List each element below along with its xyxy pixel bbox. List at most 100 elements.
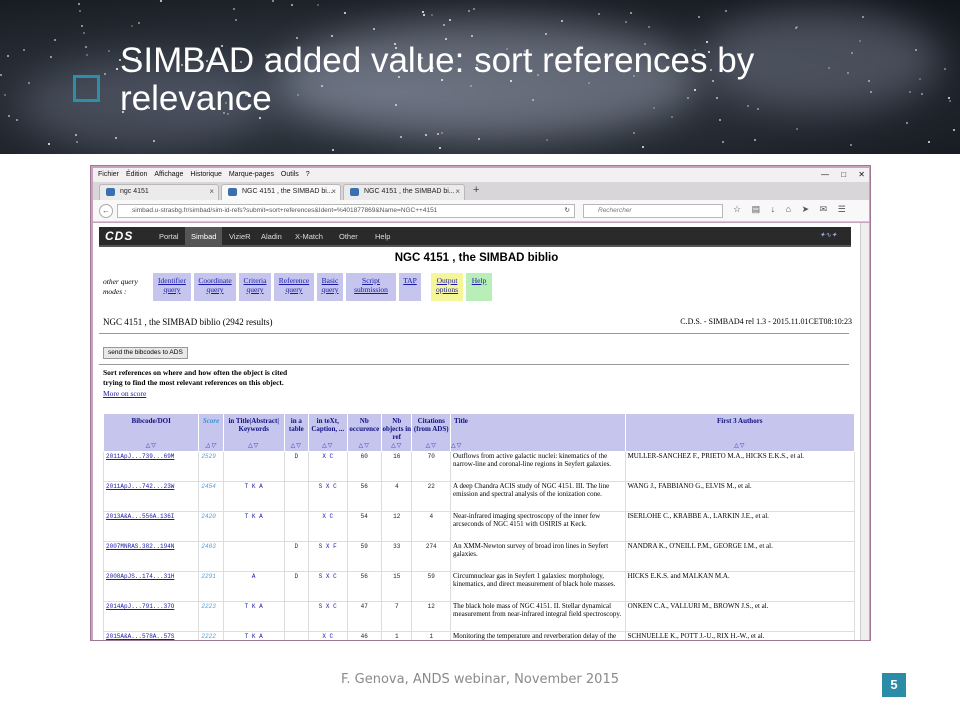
star-dot <box>235 18 238 21</box>
page-scrollbar[interactable] <box>860 223 869 640</box>
star-dot <box>81 24 84 27</box>
nav-other[interactable]: Other <box>333 227 364 247</box>
menu-outils[interactable]: Outils <box>281 168 299 182</box>
col-in-table[interactable]: in a table △▽ <box>283 413 309 452</box>
in-title-flags: T K A <box>222 481 285 512</box>
result-heading: NGC 4151 , the SIMBAD biblio (2942 resul… <box>103 317 273 327</box>
bibcode-link[interactable]: 2011ApJ...742...23W <box>102 481 200 512</box>
col-nb-objects[interactable]: Nb objects in ref △▽ <box>381 413 413 452</box>
menu-help[interactable]: ? <box>306 168 310 182</box>
hamburger-menu-icon[interactable]: ☰ <box>838 204 846 214</box>
col-in-text[interactable]: in teXt, Caption, ... △▽ <box>307 413 348 452</box>
table-row: 2015A&A...578A..57S 2222 T K AX C 46 1 1 Monit… <box>102 631 856 640</box>
close-window-icon[interactable]: ✕ <box>858 168 865 182</box>
citations-count: 12 <box>411 601 452 632</box>
in-title-flags: T K A <box>222 631 285 640</box>
in-table-flag <box>283 511 309 542</box>
star-dot <box>233 7 236 10</box>
reload-icon[interactable]: ↻ <box>565 205 570 217</box>
title-bullet-square <box>73 75 100 102</box>
star-dot <box>422 13 425 16</box>
send-icon[interactable]: ➤ <box>802 204 810 214</box>
output-options-link[interactable]: Output options <box>431 273 463 301</box>
star-dot <box>754 139 757 142</box>
col-authors[interactable]: First 3 Authors △▽ <box>624 413 856 452</box>
star-dot <box>152 139 155 142</box>
browser-tab-1[interactable]: ngc 4151 × <box>99 184 219 200</box>
query-mode-identifier[interactable]: Identifier query <box>153 273 191 301</box>
reference-authors: ISERLOHE C., KRABBE A., LARKIN J.E., et … <box>624 511 856 542</box>
divider <box>99 364 849 365</box>
bibcode-link[interactable]: 2014ApJ...791...37O <box>102 601 200 632</box>
query-mode-reference[interactable]: Reference query <box>274 273 314 301</box>
in-text-flags: S X C <box>307 601 348 632</box>
chat-icon[interactable]: ✉ <box>820 204 828 214</box>
star-dot <box>54 39 57 42</box>
browser-tab-2[interactable]: NGC 4151 , the SIMBAD bi... × <box>221 184 341 200</box>
nav-simbad[interactable]: Simbad <box>185 227 223 247</box>
clipboard-icon[interactable]: ▤ <box>752 204 761 214</box>
send-to-ads-button[interactable]: send the bibcodes to ADS <box>103 347 188 359</box>
help-link[interactable]: Help <box>466 273 492 301</box>
back-arrow-icon[interactable]: ← <box>99 204 113 218</box>
sort-arrows-icon: △▽ <box>145 443 157 449</box>
nav-portal[interactable]: Portal <box>153 227 185 247</box>
menu-marque-pages[interactable]: Marque-pages <box>229 168 274 182</box>
nav-aladin[interactable]: Aladin <box>255 227 288 247</box>
slide: SIMBAD added value: sort references by r… <box>0 0 960 720</box>
url-bar[interactable]: simbad.u-strasbg.fr/simbad/sim-id-refs?s… <box>117 204 575 218</box>
star-dot <box>473 7 476 10</box>
citations-count: 1 <box>411 631 452 640</box>
in-text-flags: X C <box>307 511 348 542</box>
download-icon[interactable]: ↓ <box>771 204 776 214</box>
close-tab-icon[interactable]: × <box>331 185 336 199</box>
star-dot <box>921 92 924 95</box>
bibcode-link[interactable]: 2008ApJS..174...31H <box>102 571 200 602</box>
query-mode-criteria[interactable]: Criteria query <box>239 273 271 301</box>
reference-table: Bibcode/DOI △▽ Score △▽ in Title|Abstract|… <box>102 413 856 640</box>
menu-edition[interactable]: Édition <box>126 168 147 182</box>
star-dot <box>399 135 402 138</box>
col-score[interactable]: Score △▽ <box>198 413 224 452</box>
nav-help[interactable]: Help <box>369 227 396 247</box>
maximize-icon[interactable]: □ <box>841 168 846 182</box>
new-tab-icon[interactable]: + <box>473 184 479 196</box>
col-citations[interactable]: Citations (from ADS) △▽ <box>411 413 452 452</box>
browser-tab-3[interactable]: NGC 4151 , the SIMBAD bi... × <box>343 184 465 200</box>
cds-logo[interactable]: CDS <box>105 229 133 243</box>
star-dot <box>85 53 88 56</box>
menu-affichage[interactable]: Affichage <box>154 168 183 182</box>
minimize-icon[interactable]: — <box>821 168 829 182</box>
more-on-score-link[interactable]: More on score <box>103 389 146 398</box>
star-icon[interactable]: ☆ <box>733 204 741 214</box>
menu-fichier[interactable]: Fichier <box>98 168 119 182</box>
simbad-navbar: CDS Portal Simbad VizieR Aladin X-Match … <box>99 227 851 247</box>
query-mode-coordinate[interactable]: Coordinate query <box>194 273 236 301</box>
bibcode-link[interactable]: 2011ApJ...739...69M <box>102 451 200 482</box>
nav-vizier[interactable]: VizieR <box>223 227 257 247</box>
close-tab-icon[interactable]: × <box>209 185 214 199</box>
bibcode-link[interactable]: 2015A&A...578A..57S <box>102 631 200 640</box>
col-title[interactable]: Title △▽ <box>450 413 626 452</box>
bibcode-link[interactable]: 2007MNRAS.382..194N <box>102 541 200 572</box>
query-mode-tap[interactable]: TAP <box>399 273 421 301</box>
in-title-flags: A <box>222 571 285 602</box>
star-dot <box>948 100 951 103</box>
bibcode-link[interactable]: 2013A&A...556A.136I <box>102 511 200 542</box>
star-dot <box>629 11 632 14</box>
nav-xmatch[interactable]: X-Match <box>289 227 329 247</box>
star-dot <box>441 131 444 134</box>
score-cell: 2420 <box>198 511 224 542</box>
search-input[interactable]: Rechercher <box>583 204 723 218</box>
col-in-title[interactable]: in Title|Abstract| Keywords △▽ <box>222 413 285 452</box>
in-text-flags: X C <box>307 631 348 640</box>
col-bibcode[interactable]: Bibcode/DOI △▽ <box>102 413 200 452</box>
menu-historique[interactable]: Historique <box>190 168 222 182</box>
query-mode-script[interactable]: Script submission <box>346 273 396 301</box>
close-tab-icon[interactable]: × <box>455 185 460 199</box>
url-text: simbad.u-strasbg.fr/simbad/sim-id-refs?s… <box>132 207 438 214</box>
home-icon[interactable]: ⌂ <box>786 204 791 214</box>
query-mode-basic[interactable]: Basic query <box>317 273 343 301</box>
col-nb-occurence[interactable]: Nb occurence △▽ <box>346 413 383 452</box>
objects-count: 15 <box>381 571 413 602</box>
